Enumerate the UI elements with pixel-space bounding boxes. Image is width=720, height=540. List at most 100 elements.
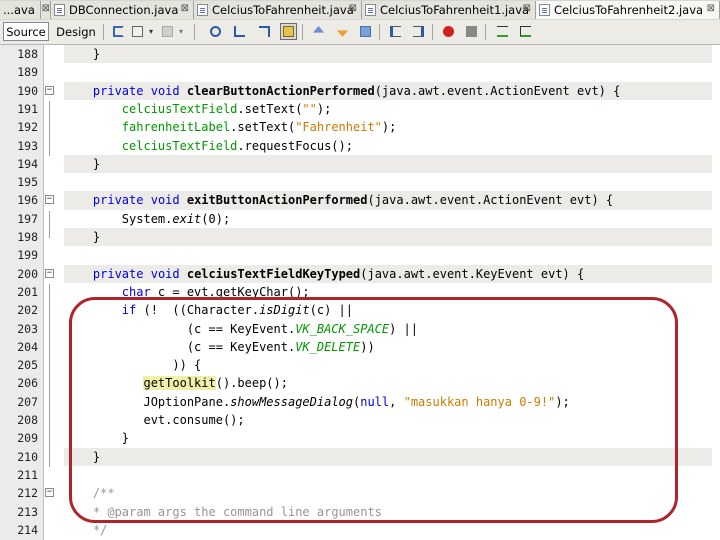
code-text[interactable]: System.exit(0); (64, 210, 712, 228)
code-line[interactable]: 208 evt.consume(); (0, 411, 720, 429)
code-text[interactable]: private void celciusTextFieldKeyTyped(ja… (64, 264, 712, 283)
code-text[interactable]: if (! ((Character.isDigit(c) || (64, 301, 712, 319)
shift-left-icon[interactable] (387, 23, 404, 40)
code-line[interactable]: 207 JOptionPane.showMessageDialog(null, … (0, 393, 720, 411)
fold-toggle-icon[interactable]: − (45, 195, 54, 205)
code-text[interactable]: JOptionPane.showMessageDialog(null, "mas… (64, 393, 712, 411)
code-text[interactable]: } (64, 429, 712, 447)
back-dropdown-icon[interactable]: ▾ (146, 23, 156, 40)
fold-toggle-icon[interactable]: − (45, 268, 54, 278)
forward-icon[interactable] (159, 23, 176, 40)
code-text[interactable] (64, 63, 712, 81)
code-line[interactable]: 211 (0, 466, 720, 484)
code-line[interactable]: 191 celciusTextField.setText(""); (0, 100, 720, 118)
find-previous-icon[interactable] (231, 23, 248, 40)
code-line[interactable]: 195 (0, 173, 720, 191)
code-text[interactable]: } (64, 228, 712, 247)
code-line[interactable]: 203 (c == KeyEvent.VK_BACK_SPACE) || (0, 320, 720, 338)
tab-celciustofahrenheit[interactable]: CelciusToFahrenheit.java ⊠ (194, 1, 362, 19)
line-number: 193 (17, 138, 38, 153)
code-line[interactable]: 214 */ (0, 521, 720, 539)
code-line[interactable]: 197 System.exit(0); (0, 210, 720, 228)
code-text[interactable]: private void clearButtonActionPerformed(… (64, 81, 712, 100)
tab-overflow[interactable]: ...ava (0, 1, 41, 19)
find-icon[interactable] (207, 23, 224, 40)
code-text[interactable]: } (64, 154, 712, 174)
code-text[interactable]: } (64, 45, 712, 64)
code-line[interactable]: 202 if (! ((Character.isDigit(c) || (0, 301, 720, 319)
code-token: ) || (389, 321, 419, 336)
code-text[interactable]: (c == KeyEvent.VK_BACK_SPACE) || (64, 320, 712, 338)
code-line[interactable]: 210 } (0, 447, 720, 466)
fold-toggle-icon[interactable]: − (45, 85, 54, 95)
code-line[interactable]: 205 )) { (0, 356, 720, 374)
code-text[interactable] (64, 246, 712, 264)
previous-bookmark-icon[interactable] (310, 23, 327, 40)
code-text[interactable]: */ (64, 521, 712, 539)
code-line[interactable]: 213 * @param args the command line argum… (0, 503, 720, 521)
forward-dropdown-icon[interactable]: ▾ (176, 23, 186, 40)
toggle-highlight-icon[interactable] (280, 23, 297, 40)
code-token: void (150, 266, 180, 281)
find-next-icon[interactable] (256, 23, 273, 40)
source-view-button[interactable]: Source (3, 22, 49, 41)
next-bookmark-icon[interactable] (334, 23, 351, 40)
shift-right-icon[interactable] (410, 23, 427, 40)
code-token: , (389, 394, 404, 409)
code-token: System. (64, 211, 173, 226)
code-line[interactable]: 190− private void clearButtonActionPerfo… (0, 81, 720, 100)
code-text[interactable]: * @param args the command line arguments (64, 503, 712, 521)
tab-overflow-close[interactable]: ⊠ (41, 1, 51, 19)
close-icon[interactable]: ⊠ (707, 3, 715, 14)
code-line[interactable]: 193 celciusTextField.requestFocus(); (0, 137, 720, 155)
code-text[interactable] (64, 466, 712, 484)
line-number: 197 (17, 211, 38, 226)
code-text[interactable]: /** (64, 484, 712, 502)
code-line[interactable]: 188 } (0, 45, 720, 64)
tab-celciustofahrenheit1[interactable]: CelciusToFahrenheit1.java ⊠ (362, 1, 536, 19)
code-line[interactable]: 209 } (0, 429, 720, 447)
code-line[interactable]: 206 getToolkit().beep(); (0, 374, 720, 392)
code-text[interactable]: celciusTextField.setText(""); (64, 100, 712, 118)
code-line[interactable]: 189 (0, 63, 720, 81)
code-text[interactable]: celciusTextField.requestFocus(); (64, 137, 712, 155)
design-view-button[interactable]: Design (53, 22, 99, 41)
stop-macro-icon[interactable] (463, 23, 480, 40)
close-icon[interactable]: ⊠ (523, 3, 531, 14)
code-line[interactable]: 201 char c = evt.getKeyChar(); (0, 283, 720, 301)
line-number: 208 (17, 413, 38, 427)
code-text[interactable]: char c = evt.getKeyChar(); (64, 283, 712, 301)
code-text[interactable]: evt.consume(); (64, 411, 712, 429)
code-line[interactable]: 196− private void exitButtonActionPerfor… (0, 191, 720, 210)
code-line[interactable]: 204 (c == KeyEvent.VK_DELETE)) (0, 338, 720, 356)
start-macro-icon[interactable] (440, 23, 457, 40)
code-line[interactable]: 199 (0, 246, 720, 264)
tab-celciustofahrenheit2[interactable]: CelciusToFahrenheit2.java ⊠ (536, 1, 720, 19)
code-line[interactable]: 198 } (0, 228, 720, 247)
code-text[interactable]: private void exitButtonActionPerformed(j… (64, 191, 712, 210)
code-token: ); (316, 101, 332, 116)
back-icon[interactable] (129, 23, 146, 40)
tab-dbconnection[interactable]: DBConnection.java ⊠ (51, 1, 194, 19)
code-line[interactable]: 212− /** (0, 484, 720, 502)
close-icon[interactable]: ⊠ (349, 3, 357, 14)
fold-toggle-icon[interactable]: − (45, 488, 54, 498)
code-editor[interactable]: 188 } 189 190− private void clearButtonAct… (0, 45, 720, 540)
code-text[interactable] (64, 173, 712, 191)
toolbar-separator (432, 24, 433, 40)
last-edit-icon[interactable] (110, 23, 127, 40)
code-text[interactable]: getToolkit().beep(); (64, 374, 712, 392)
uncomment-icon[interactable] (517, 23, 534, 40)
code-text[interactable]: } (64, 447, 712, 466)
code-text[interactable]: fahrenheitLabel.setText("Fahrenheit"); (64, 118, 712, 136)
code-text[interactable]: )) { (64, 356, 712, 374)
comment-icon[interactable] (494, 23, 511, 40)
close-icon[interactable]: ⊠ (181, 3, 189, 14)
toggle-bookmark-icon[interactable] (357, 23, 374, 40)
code-line[interactable]: 200− private void celciusTextFieldKeyTyp… (0, 264, 720, 283)
code-line[interactable]: 192 fahrenheitLabel.setText("Fahrenheit"… (0, 118, 720, 136)
code-text[interactable]: (c == KeyEvent.VK_DELETE)) (64, 338, 712, 356)
close-icon[interactable]: ⊠ (42, 3, 50, 14)
code-token: ().beep(); (215, 376, 288, 391)
code-line[interactable]: 194 } (0, 154, 720, 174)
